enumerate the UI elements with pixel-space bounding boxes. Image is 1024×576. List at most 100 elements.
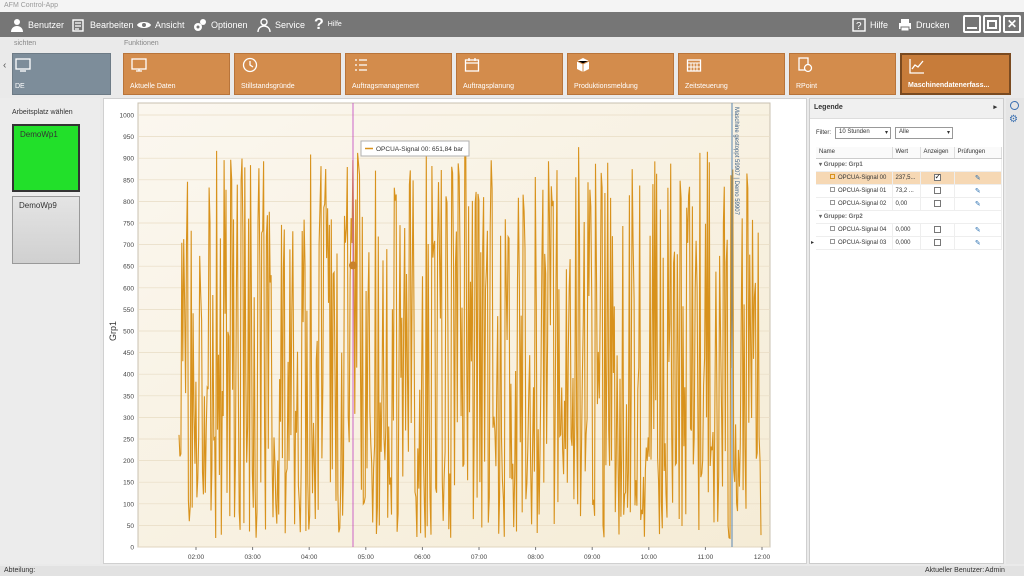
y-tick-label: 500 <box>123 329 134 336</box>
tile-label: RPoint <box>796 83 818 90</box>
menu-benutzer[interactable]: Benutzer <box>10 12 64 37</box>
maximize-icon <box>987 19 997 29</box>
window-title: AFM Control-App <box>0 0 1024 12</box>
legend-row[interactable]: OPCUA-Signal 01 73,2 ... ✎ <box>816 184 1002 198</box>
col-pruefungen[interactable]: Prüfungen <box>954 147 1002 159</box>
tooltip-text: OPCUA-Signal 00: 651,84 bar <box>376 146 464 153</box>
signal-name: OPCUA-Signal 03 <box>838 240 887 246</box>
tile-auftragsplanung[interactable]: Auftragsplanung <box>456 53 563 95</box>
status-user-label: Aktueller Benutzer: <box>925 567 985 574</box>
help-button[interactable]: ? Hilfe <box>852 12 888 37</box>
menu-service[interactable]: Service <box>257 12 305 37</box>
signal-value: 0,00 <box>892 197 921 211</box>
row-pointer-icon: ▸ <box>811 240 815 246</box>
col-wert[interactable]: Wert <box>892 147 921 159</box>
x-tick-label: 09:00 <box>584 554 601 561</box>
show-checkbox[interactable] <box>933 225 941 233</box>
workplace-item-demowp9[interactable]: DemoWp9 <box>12 196 80 264</box>
tile-auftragsmanagement[interactable]: Auftragsmanagement <box>345 53 452 95</box>
y-axis-label: Grp1 <box>108 321 118 341</box>
legend-row[interactable]: OPCUA-Signal 00 237,5... ✎ <box>816 171 1002 185</box>
y-tick-label: 0 <box>130 545 134 552</box>
tile-rpoint[interactable]: RPoint <box>789 53 896 95</box>
edit-icon <box>72 18 84 32</box>
gear-document-icon <box>798 57 813 73</box>
menu-hilfe-label: Hilfe <box>327 21 342 28</box>
status-abteilung: Abteilung: <box>4 567 36 574</box>
menubar: Benutzer Bearbeiten Ansicht Optionen Ser… <box>0 12 1024 37</box>
x-tick-label: 12:00 <box>754 554 771 561</box>
pencil-icon[interactable]: ✎ <box>975 227 981 234</box>
eye-icon <box>137 21 151 28</box>
x-tick-label: 10:00 <box>641 554 658 561</box>
x-tick-label: 02:00 <box>188 554 205 561</box>
close-button[interactable]: ✕ <box>1003 15 1021 33</box>
chart-panel[interactable]: 0 50 100 150 200 250 300 350 400 450 500 550 600 650 7… <box>103 98 807 564</box>
service-person-icon <box>257 17 271 32</box>
x-tick-label: 06:00 <box>414 554 431 561</box>
show-checkbox[interactable] <box>933 199 941 207</box>
pencil-icon[interactable]: ✎ <box>975 201 981 208</box>
filter-group-select[interactable]: Alle <box>895 127 953 139</box>
legend-row[interactable]: OPCUA-Signal 04 0,000 ✎ <box>816 223 1002 237</box>
search-icon[interactable] <box>1010 101 1019 110</box>
maximize-button[interactable] <box>983 15 1001 33</box>
menu-optionen[interactable]: Optionen <box>193 12 248 37</box>
scroll-left-icon[interactable]: ‹ <box>3 60 6 71</box>
series-swatch-icon <box>830 187 835 192</box>
y-tick-label: 450 <box>123 350 134 357</box>
tile-label: Stillstandsgründe <box>241 83 295 90</box>
show-checkbox[interactable] <box>933 172 941 181</box>
minimize-button[interactable] <box>963 15 981 33</box>
print-button[interactable]: Drucken <box>898 12 950 37</box>
menu-ansicht-label: Ansicht <box>155 19 185 30</box>
group-row[interactable]: ▾ Gruppe: Grp1 <box>816 158 1002 172</box>
signal-name: OPCUA-Signal 00 <box>838 175 887 181</box>
group-row[interactable]: ▾ Gruppe: Grp2 <box>816 210 1002 224</box>
y-tick-label: 1000 <box>120 113 135 120</box>
y-tick-label: 700 <box>123 242 134 249</box>
clock-icon <box>242 57 258 73</box>
legend-row[interactable]: ▸ OPCUA-Signal 03 0,000 ✎ <box>811 236 1002 250</box>
tile-produktionsmeldung[interactable]: Produktionsmeldung <box>567 53 674 95</box>
signal-value: 0,000 <box>892 223 921 237</box>
show-checkbox[interactable] <box>933 238 941 246</box>
workplace-item-demowp1[interactable]: DemoWp1 <box>12 124 80 192</box>
group-label: Gruppe: Grp1 <box>823 162 863 168</box>
right-toolstrip: ⚙ <box>1006 98 1024 564</box>
close-icon: ✕ <box>1006 17 1018 31</box>
section-funktionen: Funktionen <box>124 40 159 47</box>
col-name[interactable]: Name <box>816 147 893 159</box>
x-tick-label: 07:00 <box>471 554 488 561</box>
line-chart[interactable]: 0 50 100 150 200 250 300 350 400 450 500 550 600 650 7… <box>104 99 808 565</box>
filter-group-value: Alle <box>899 129 910 135</box>
user-icon <box>11 18 23 32</box>
tile-aktuelle-daten[interactable]: Aktuelle Daten <box>123 53 230 95</box>
tile-stillstandsgruende[interactable]: Stillstandsgründe <box>234 53 341 95</box>
tile-zeitsteuerung[interactable]: Zeitsteuerung <box>678 53 785 95</box>
group-label: Gruppe: Grp2 <box>823 214 863 220</box>
pencil-icon[interactable]: ✎ <box>975 240 981 247</box>
monitor-icon <box>131 58 147 72</box>
col-anzeigen[interactable]: Anzeigen <box>920 147 955 159</box>
menu-hilfe[interactable]: ? Hilfe <box>314 12 342 37</box>
pencil-icon[interactable]: ✎ <box>975 175 981 182</box>
tile-label: Auftragsmanagement <box>352 83 419 90</box>
tile-label: Aktuelle Daten <box>130 83 176 90</box>
y-tick-label: 50 <box>127 523 135 530</box>
y-tick-label: 400 <box>123 372 134 379</box>
menu-optionen-label: Optionen <box>211 19 248 30</box>
settings-icon[interactable]: ⚙ <box>1009 114 1018 125</box>
menu-ansicht[interactable]: Ansicht <box>137 12 185 37</box>
view-tile-de[interactable]: DE <box>12 53 111 95</box>
statusbar: Abteilung: Aktueller Benutzer: Admin <box>0 566 1024 576</box>
filter-time-select[interactable]: 10 Stunden <box>835 127 891 139</box>
collapse-arrow-icon[interactable]: ▸ <box>993 103 997 111</box>
legend-row[interactable]: OPCUA-Signal 02 0,00 ✎ <box>816 197 1002 211</box>
pencil-icon[interactable]: ✎ <box>975 188 981 195</box>
tile-maschinendatenerfassung[interactable]: Maschinendatenerfass... <box>900 53 1011 95</box>
menu-bearbeiten[interactable]: Bearbeiten <box>72 12 134 37</box>
filter-time-value: 10 Stunden <box>839 129 870 135</box>
gears-icon <box>194 18 206 31</box>
show-checkbox[interactable] <box>933 186 941 194</box>
